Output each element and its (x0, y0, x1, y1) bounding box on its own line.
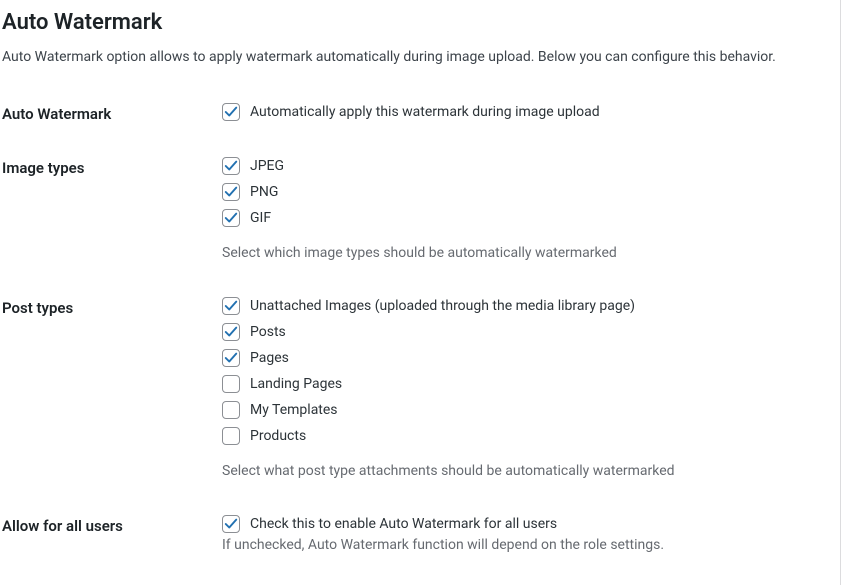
allow-all-users-option[interactable]: Check this to enable Auto Watermark for … (222, 515, 838, 533)
post-type-option[interactable]: Unattached Images (uploaded through the … (222, 297, 838, 315)
image-type-jpeg-label: JPEG (250, 158, 284, 174)
post-type-landing-pages-label: Landing Pages (250, 376, 342, 392)
settings-form-table: Auto Watermark Automatically apply this … (2, 95, 838, 581)
check-icon (224, 351, 238, 365)
post-type-option[interactable]: Products (222, 427, 838, 445)
check-icon (224, 299, 238, 313)
post-types-label: Post types (2, 289, 222, 507)
image-type-png-checkbox[interactable] (222, 183, 240, 201)
image-type-option[interactable]: GIF (222, 209, 838, 227)
post-type-landing-pages-checkbox[interactable] (222, 375, 240, 393)
post-type-posts-label: Posts (250, 324, 286, 340)
allow-all-users-label: Allow for all users (2, 507, 222, 581)
check-icon (224, 325, 238, 339)
post-type-unattached-checkbox[interactable] (222, 297, 240, 315)
image-types-helper: Select which image types should be autom… (222, 245, 838, 261)
check-icon (224, 159, 238, 173)
allow-all-users-helper: If unchecked, Auto Watermark function wi… (222, 537, 838, 553)
post-type-option[interactable]: Landing Pages (222, 375, 838, 393)
post-type-pages-label: Pages (250, 350, 289, 366)
auto-watermark-checkbox[interactable] (222, 103, 240, 121)
post-type-option[interactable]: Pages (222, 349, 838, 367)
post-type-posts-checkbox[interactable] (222, 323, 240, 341)
auto-watermark-label: Auto Watermark (2, 95, 222, 149)
post-type-option[interactable]: My Templates (222, 401, 838, 419)
allow-all-users-checkbox[interactable] (222, 515, 240, 533)
post-type-products-checkbox[interactable] (222, 427, 240, 445)
image-type-jpeg-checkbox[interactable] (222, 157, 240, 175)
check-icon (224, 185, 238, 199)
post-type-pages-checkbox[interactable] (222, 349, 240, 367)
image-type-png-label: PNG (250, 184, 278, 200)
post-types-helper: Select what post type attachments should… (222, 463, 838, 479)
auto-watermark-option[interactable]: Automatically apply this watermark durin… (222, 103, 838, 121)
post-type-products-label: Products (250, 428, 306, 444)
post-type-option[interactable]: Posts (222, 323, 838, 341)
image-type-gif-checkbox[interactable] (222, 209, 240, 227)
post-type-my-templates-label: My Templates (250, 402, 338, 418)
allow-all-users-option-label: Check this to enable Auto Watermark for … (250, 516, 557, 532)
image-type-option[interactable]: JPEG (222, 157, 838, 175)
check-icon (224, 105, 238, 119)
auto-watermark-option-label: Automatically apply this watermark durin… (250, 104, 600, 120)
check-icon (224, 517, 238, 531)
post-type-my-templates-checkbox[interactable] (222, 401, 240, 419)
image-types-label: Image types (2, 149, 222, 289)
image-type-gif-label: GIF (250, 210, 271, 226)
image-type-option[interactable]: PNG (222, 183, 838, 201)
section-description: Auto Watermark option allows to apply wa… (2, 49, 838, 65)
check-icon (224, 211, 238, 225)
post-type-unattached-label: Unattached Images (uploaded through the … (250, 298, 635, 314)
section-title: Auto Watermark (2, 10, 838, 35)
